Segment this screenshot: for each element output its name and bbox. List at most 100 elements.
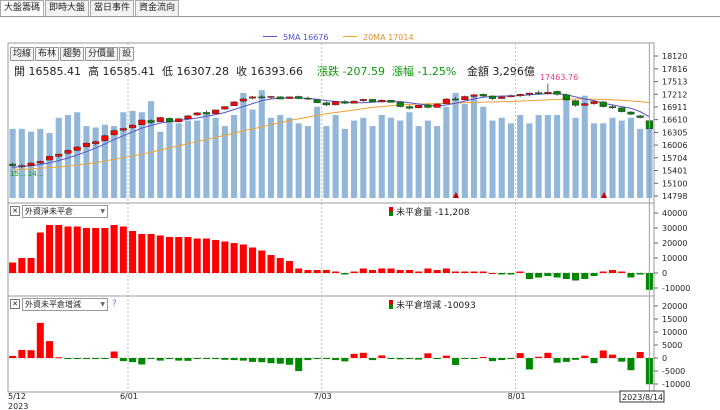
volume-bar	[415, 126, 422, 198]
oi-net-bar	[424, 268, 432, 273]
stock-chart[interactable]: 18120 17816 17513 17212 16911 16610 16305 16006…	[0, 0, 720, 410]
price-tick-label: 16006	[662, 141, 687, 150]
candle-body	[488, 95, 497, 99]
oi-net-bar	[212, 240, 220, 273]
candle-body	[516, 94, 524, 96]
volume-bar	[166, 120, 173, 198]
oi-net-bar	[544, 273, 552, 276]
oi-net-bar	[599, 271, 607, 273]
oi-change-bar	[138, 358, 146, 365]
oi-net-bar	[147, 234, 155, 273]
candle-body	[498, 96, 506, 99]
oi-change-bar	[350, 353, 358, 358]
oi-net-bar	[525, 273, 533, 279]
oi-net-bar	[369, 270, 377, 273]
volume-bar	[120, 112, 127, 198]
volume-bar	[627, 117, 634, 198]
oi-change-bar	[165, 358, 174, 360]
candle-body	[544, 91, 552, 94]
candle-body	[396, 102, 404, 107]
oi-change-tick-label: 15000	[662, 315, 687, 324]
volume-bar	[221, 126, 228, 198]
oi-change-bar	[184, 358, 192, 361]
candle-body	[507, 95, 515, 98]
oi-net-bar	[553, 273, 561, 278]
oi-change-tick-label: 20000	[662, 302, 687, 311]
oi-net-bar	[461, 271, 469, 273]
oi-net-bar	[221, 241, 229, 273]
volume-bar	[397, 120, 404, 198]
volume-bar	[83, 126, 90, 198]
oi-change-tick-label: -10000	[662, 380, 690, 389]
volume-bar	[360, 117, 367, 198]
candle-body	[535, 92, 543, 95]
candle-body	[184, 115, 192, 120]
volume-bar	[498, 117, 505, 198]
oi-net-bar	[636, 273, 644, 275]
volume-bar	[55, 117, 62, 198]
volume-bar	[378, 115, 385, 198]
oi-change-bar	[156, 358, 164, 361]
candle-body	[424, 104, 432, 108]
candle-body	[562, 94, 570, 101]
volume-bar	[618, 120, 625, 198]
oi-net-bar	[359, 268, 367, 273]
oi-change-bar	[387, 358, 395, 359]
volume-bar	[406, 112, 413, 198]
oi-change-bar	[313, 358, 321, 359]
oi-change-bar	[479, 356, 487, 358]
candle-body	[82, 142, 91, 147]
oi-net-bar	[110, 225, 118, 273]
candle-body	[9, 163, 17, 166]
volume-bar	[138, 112, 145, 198]
volume-bar	[452, 92, 459, 198]
price-tick-label: 14798	[662, 192, 687, 201]
volume-bar	[461, 103, 468, 198]
oi-net-bar	[193, 238, 201, 273]
volume-bar	[544, 115, 551, 198]
oi-change-bar	[535, 356, 543, 358]
volume-bar	[526, 123, 533, 198]
oi-change-bar	[516, 353, 524, 358]
candle-body	[18, 165, 26, 167]
oi-net-bar	[175, 237, 183, 273]
volume-bar	[387, 117, 395, 198]
oi-net-bar	[433, 270, 441, 273]
volume-bar	[507, 123, 515, 198]
volume-bar	[295, 123, 302, 198]
oi-change-bar	[36, 322, 44, 358]
candle-body	[221, 106, 229, 110]
volume-bar	[231, 115, 238, 198]
oi-net-bar	[138, 234, 146, 273]
oi-change-bar	[119, 358, 127, 362]
volume-bar	[277, 115, 284, 198]
candle-body	[618, 107, 626, 112]
oi-change-bar	[369, 358, 377, 361]
volume-bar	[267, 117, 275, 198]
candle-body	[599, 101, 607, 107]
volume-bar	[535, 115, 542, 198]
candle-body	[230, 101, 238, 106]
volume-bar	[637, 128, 644, 198]
oi-change-bar	[101, 358, 109, 359]
candle-body	[452, 98, 460, 101]
candle-body	[64, 150, 72, 154]
oi-net-bar	[516, 271, 524, 273]
oi-net-bar	[396, 270, 404, 273]
oi-change-bar	[562, 358, 570, 362]
oi-change-bar	[507, 358, 515, 359]
price-tick-label: 16911	[662, 103, 687, 112]
year-label: 2023	[8, 402, 28, 410]
oi-net-bar	[55, 225, 63, 273]
volume-bar	[175, 123, 182, 198]
oi-change-bar	[424, 353, 432, 358]
oi-net-tick-label: 0	[662, 269, 667, 278]
oi-change-bar	[212, 358, 220, 360]
oi-change-tick-label: -5000	[662, 367, 685, 376]
oi-net-bar	[378, 268, 386, 273]
candle-body	[525, 92, 533, 95]
candle-body	[461, 96, 469, 101]
oi-net-bar	[498, 273, 506, 275]
candle-body	[322, 102, 330, 106]
candle-body	[378, 100, 386, 103]
